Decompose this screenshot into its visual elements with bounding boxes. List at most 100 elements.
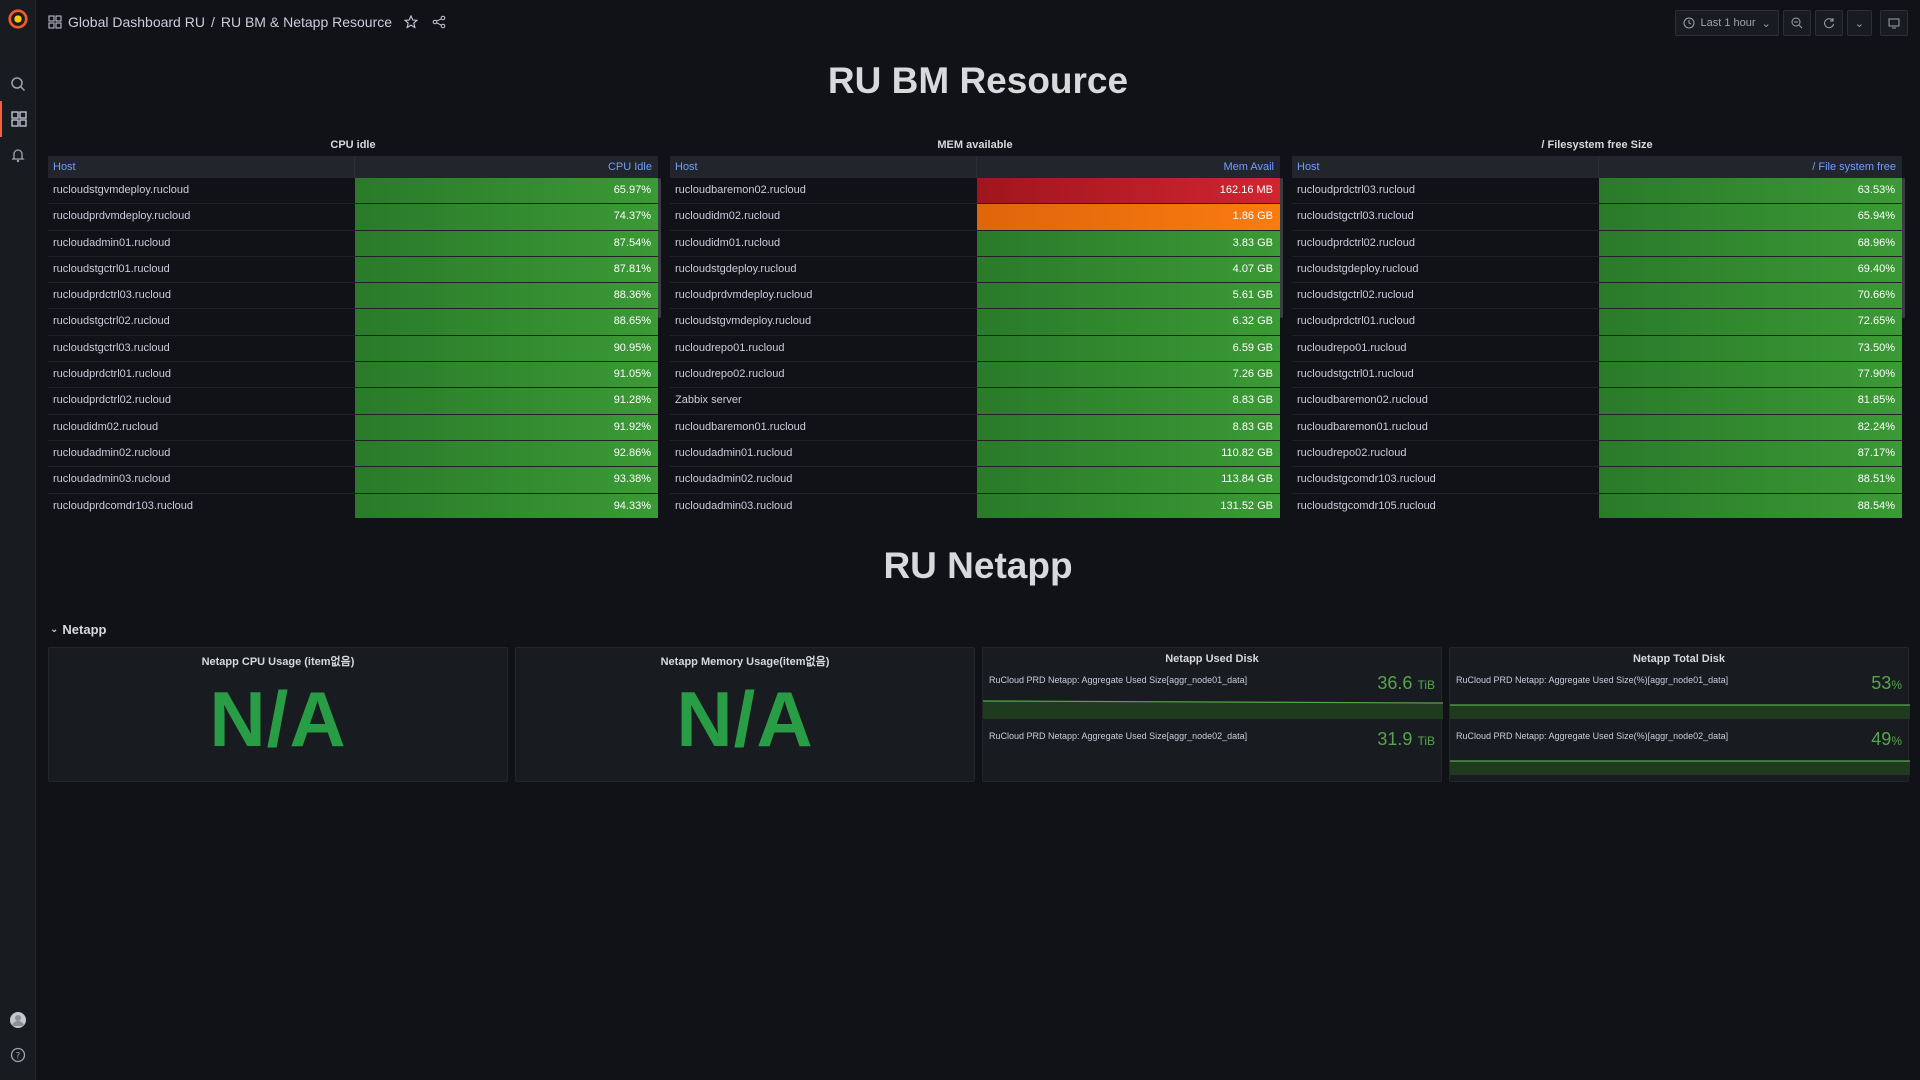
table-row[interactable]: rucloudrepo02.rucloud 7.26 GB <box>670 362 1280 389</box>
breadcrumb-folder[interactable]: Global Dashboard RU <box>68 14 205 30</box>
scrollbar[interactable] <box>1902 178 1905 318</box>
cell-value: 110.82 GB <box>977 440 1280 467</box>
table-row[interactable]: rucloudstgvmdeploy.rucloud 65.97% <box>48 178 658 205</box>
table-row[interactable]: rucloudprdctrl03.rucloud 88.36% <box>48 283 658 310</box>
table-row[interactable]: rucloudstgctrl02.rucloud 88.65% <box>48 309 658 336</box>
table-row[interactable]: rucloudstgvmdeploy.rucloud 6.32 GB <box>670 309 1280 336</box>
cell-host: rucloudstgdeploy.rucloud <box>675 262 797 275</box>
help-icon[interactable]: ? <box>0 1037 36 1073</box>
table-body: rucloudprdctrl03.rucloud 63.53% rucloudstg… <box>1292 178 1902 518</box>
table-body: rucloudstgvmdeploy.rucloud 65.97% rucloudp… <box>48 178 658 518</box>
refresh-button[interactable] <box>1814 10 1843 36</box>
cell-host: rucloudbaremon02.rucloud <box>1297 394 1428 407</box>
cell-value: 87.17% <box>1599 440 1902 467</box>
bell-icon[interactable] <box>0 137 36 173</box>
cell-value: 82.24% <box>1599 414 1902 440</box>
table-row[interactable]: rucloudstgctrl03.rucloud 65.94% <box>1292 204 1902 231</box>
table-row[interactable]: rucloudadmin02.rucloud 92.86% <box>48 440 658 468</box>
column-header-host[interactable]: Host <box>670 156 977 178</box>
cell-host: rucloudstgvmdeploy.rucloud <box>53 184 190 196</box>
table-row[interactable]: rucloudprdctrl03.rucloud 63.53% <box>1292 178 1902 205</box>
table-row[interactable]: rucloudrepo01.rucloud 73.50% <box>1292 335 1902 363</box>
cell-value: 4.07 GB <box>977 256 1280 283</box>
cell-host: rucloudprdctrl02.rucloud <box>53 394 172 407</box>
avatar[interactable] <box>0 1002 36 1038</box>
cell-host: rucloudadmin02.rucloud <box>53 446 171 459</box>
cell-value: 65.97% <box>355 178 658 204</box>
time-range-picker[interactable]: Last 1 hour ⌄ <box>1674 10 1779 36</box>
table-row[interactable]: Zabbix server 8.83 GB <box>670 388 1280 415</box>
table-row[interactable]: rucloudidm02.rucloud 91.92% <box>48 414 658 441</box>
star-icon[interactable] <box>404 15 419 29</box>
table-row[interactable]: rucloudprdctrl01.rucloud 72.65% <box>1292 309 1902 336</box>
table-row[interactable]: rucloudadmin03.rucloud 93.38% <box>48 467 658 494</box>
column-header-cpu-idle[interactable]: CPU Idle <box>355 156 658 178</box>
column-header-host[interactable]: Host <box>1292 156 1599 178</box>
table-row[interactable]: rucloudstgcomdr103.rucloud 88.51% <box>1292 467 1902 494</box>
table-row[interactable]: rucloudstgctrl02.rucloud 70.66% <box>1292 283 1902 310</box>
cell-host: rucloudstgctrl03.rucloud <box>1297 210 1414 223</box>
table-row[interactable]: rucloudprdvmdeploy.rucloud 5.61 GB <box>670 283 1280 310</box>
dashboard-title[interactable]: RU BM & Netapp Resource <box>221 14 392 30</box>
share-icon[interactable] <box>432 15 446 29</box>
table-row[interactable]: rucloudprdctrl02.rucloud 68.96% <box>1292 230 1902 257</box>
table-row[interactable]: rucloudprdctrl02.rucloud 91.28% <box>48 388 658 415</box>
dashboards-icon[interactable] <box>0 101 36 137</box>
panel-title[interactable]: Netapp Memory Usage(item없음) <box>516 653 974 669</box>
cell-value: 93.38% <box>355 467 658 493</box>
panel-title[interactable]: Netapp CPU Usage (item없음) <box>49 653 507 669</box>
table-row[interactable]: rucloudbaremon01.rucloud 82.24% <box>1292 414 1902 441</box>
refresh-interval-dropdown[interactable]: ⌄ <box>1846 10 1872 36</box>
stat-value: N/A <box>209 675 347 763</box>
zoom-out-button[interactable] <box>1782 10 1811 36</box>
panel-title[interactable]: Netapp Used Disk <box>983 653 1441 665</box>
table-row[interactable]: rucloudprdcomdr103.rucloud 94.33% <box>48 493 658 518</box>
breadcrumb: Global Dashboard RU / RU BM & Netapp Res… <box>48 14 446 30</box>
table-row[interactable]: rucloudadmin03.rucloud 131.52 GB <box>670 493 1280 518</box>
table-row[interactable]: rucloudrepo01.rucloud 6.59 GB <box>670 335 1280 363</box>
table-row[interactable]: rucloudadmin02.rucloud 113.84 GB <box>670 467 1280 494</box>
table-row[interactable]: rucloudstgdeploy.rucloud 69.40% <box>1292 256 1902 284</box>
cell-value: 88.65% <box>355 309 658 335</box>
tv-mode-button[interactable] <box>1880 10 1908 36</box>
table-row[interactable]: rucloudbaremon02.rucloud 81.85% <box>1292 388 1902 415</box>
stat-label: RuCloud PRD Netapp: Aggregate Used Size[… <box>989 731 1248 741</box>
cell-value: 94.33% <box>355 493 658 518</box>
table-row[interactable]: rucloudbaremon02.rucloud 162.16 MB <box>670 178 1280 205</box>
table-row[interactable]: rucloudstgctrl03.rucloud 90.95% <box>48 335 658 363</box>
cell-host: rucloudrepo02.rucloud <box>1297 446 1407 459</box>
table-row[interactable]: rucloudidm01.rucloud 3.83 GB <box>670 230 1280 257</box>
grafana-logo-icon[interactable] <box>7 8 29 30</box>
table-row[interactable]: rucloudadmin01.rucloud 110.82 GB <box>670 440 1280 468</box>
table-row[interactable]: rucloudbaremon01.rucloud 8.83 GB <box>670 414 1280 441</box>
table-row[interactable]: rucloudstgctrl01.rucloud 77.90% <box>1292 362 1902 389</box>
table-row[interactable]: rucloudidm02.rucloud 1.86 GB <box>670 204 1280 231</box>
panel-title[interactable]: Netapp Total Disk <box>1450 653 1908 665</box>
table-row[interactable]: rucloudstgctrl01.rucloud 87.81% <box>48 256 658 284</box>
cell-host: rucloudadmin03.rucloud <box>53 473 171 486</box>
scrollbar[interactable] <box>658 178 661 318</box>
chevron-down-icon: ⌄ <box>50 624 59 635</box>
column-header-mem-avail[interactable]: Mem Avail <box>977 156 1280 178</box>
stat-label: RuCloud PRD Netapp: Aggregate Used Size[… <box>989 675 1248 685</box>
table-row[interactable]: rucloudadmin01.rucloud 87.54% <box>48 230 658 257</box>
panel-title[interactable]: CPU idle <box>48 134 658 156</box>
monitor-icon <box>1888 18 1900 29</box>
search-icon[interactable] <box>0 66 36 102</box>
table-row[interactable]: rucloudstgdeploy.rucloud 4.07 GB <box>670 256 1280 284</box>
scrollbar[interactable] <box>1280 178 1283 318</box>
table-row[interactable]: rucloudprdctrl01.rucloud 91.05% <box>48 362 658 389</box>
table-row[interactable]: rucloudstgcomdr105.rucloud 88.54% <box>1292 493 1902 518</box>
cell-value: 6.32 GB <box>977 309 1280 335</box>
panel-title[interactable]: MEM available <box>670 134 1280 156</box>
cell-host: rucloudprdvmdeploy.rucloud <box>53 210 191 223</box>
panel-title[interactable]: / Filesystem free Size <box>1292 134 1902 156</box>
column-header-host[interactable]: Host <box>48 156 355 178</box>
netapp-cpu-panel: Netapp CPU Usage (item없음) N/A <box>48 647 508 782</box>
table-row[interactable]: rucloudprdvmdeploy.rucloud 74.37% <box>48 204 658 231</box>
cell-value: 91.92% <box>355 414 658 440</box>
cell-host: rucloudadmin02.rucloud <box>675 473 793 486</box>
column-header-fs-free[interactable]: / File system free <box>1599 156 1902 178</box>
table-row[interactable]: rucloudrepo02.rucloud 87.17% <box>1292 440 1902 468</box>
row-collapse-netapp[interactable]: ⌄ Netapp <box>50 622 106 637</box>
